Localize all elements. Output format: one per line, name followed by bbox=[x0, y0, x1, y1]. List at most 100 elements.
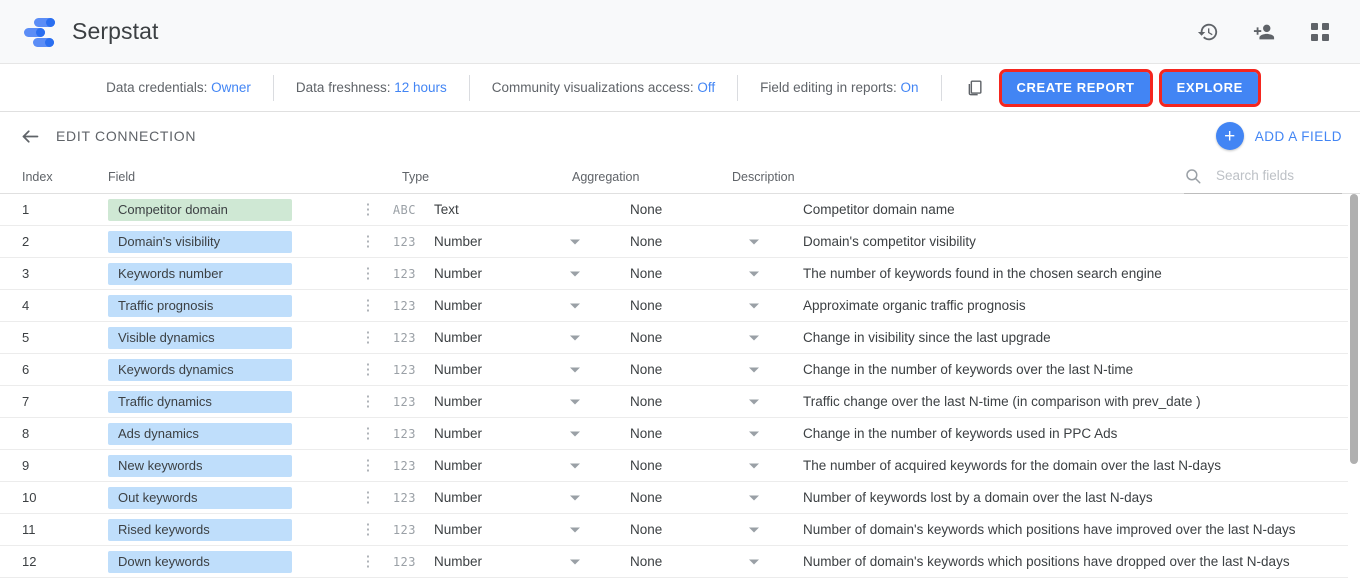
chevron-down-icon[interactable] bbox=[749, 399, 759, 404]
aggregation-cell[interactable]: None bbox=[622, 521, 787, 539]
create-report-button[interactable]: CREATE REPORT bbox=[998, 68, 1153, 107]
field-chip[interactable]: Competitor domain bbox=[108, 198, 292, 221]
aggregation-cell[interactable]: None bbox=[622, 457, 787, 475]
field-name-cell[interactable]: New keywords bbox=[96, 454, 354, 477]
description-cell[interactable]: The number of keywords found in the chos… bbox=[787, 266, 1360, 281]
field-chip[interactable]: Keywords number bbox=[108, 262, 292, 285]
field-name-cell[interactable]: Traffic prognosis bbox=[96, 294, 354, 317]
aggregation-cell[interactable]: None bbox=[622, 265, 787, 283]
aggregation-cell[interactable]: None bbox=[622, 233, 787, 251]
vertical-scrollbar-track[interactable] bbox=[1348, 194, 1360, 578]
row-menu-icon[interactable]: ⋮ bbox=[354, 330, 382, 345]
field-chip[interactable]: Traffic dynamics bbox=[108, 390, 292, 413]
row-menu-icon[interactable]: ⋮ bbox=[354, 362, 382, 377]
field-chip[interactable]: Domain's visibility bbox=[108, 230, 292, 253]
chevron-down-icon[interactable] bbox=[749, 367, 759, 372]
aggregation-cell[interactable]: None bbox=[622, 329, 787, 347]
type-cell[interactable]: Number bbox=[424, 265, 622, 283]
type-cell[interactable]: Number bbox=[424, 393, 622, 411]
aggregation-cell[interactable]: None bbox=[622, 489, 787, 507]
field-chip[interactable]: Traffic prognosis bbox=[108, 294, 292, 317]
chevron-down-icon[interactable] bbox=[570, 527, 580, 532]
add-a-field-button[interactable]: + ADD A FIELD bbox=[1215, 122, 1342, 150]
type-cell[interactable]: Number bbox=[424, 297, 622, 315]
row-menu-icon[interactable]: ⋮ bbox=[354, 234, 382, 249]
description-cell[interactable]: Change in visibility since the last upgr… bbox=[787, 330, 1360, 345]
meta-value[interactable]: Off bbox=[697, 80, 715, 95]
chevron-down-icon[interactable] bbox=[749, 335, 759, 340]
field-chip[interactable]: Keywords dynamics bbox=[108, 358, 292, 381]
row-menu-icon[interactable]: ⋮ bbox=[354, 426, 382, 441]
field-name-cell[interactable]: Domain's visibility bbox=[96, 230, 354, 253]
type-cell[interactable]: Number bbox=[424, 489, 622, 507]
brand[interactable]: Serpstat bbox=[22, 17, 158, 47]
description-cell[interactable]: Number of keywords lost by a domain over… bbox=[787, 490, 1360, 505]
chevron-down-icon[interactable] bbox=[749, 463, 759, 468]
field-chip[interactable]: Out keywords bbox=[108, 486, 292, 509]
description-cell[interactable]: Number of domain's keywords which positi… bbox=[787, 554, 1360, 569]
chevron-down-icon[interactable] bbox=[570, 559, 580, 564]
type-cell[interactable]: Number bbox=[424, 361, 622, 379]
meta-value[interactable]: 12 hours bbox=[394, 80, 447, 95]
chevron-down-icon[interactable] bbox=[570, 271, 580, 276]
row-menu-icon[interactable]: ⋮ bbox=[354, 554, 382, 569]
description-cell[interactable]: Change in the number of keywords over th… bbox=[787, 362, 1360, 377]
type-cell[interactable]: Text bbox=[424, 201, 622, 219]
type-cell[interactable]: Number bbox=[424, 553, 622, 571]
type-cell[interactable]: Number bbox=[424, 233, 622, 251]
row-menu-icon[interactable]: ⋮ bbox=[354, 458, 382, 473]
row-menu-icon[interactable]: ⋮ bbox=[354, 266, 382, 281]
type-cell[interactable]: Number bbox=[424, 425, 622, 443]
aggregation-cell[interactable]: None bbox=[622, 553, 787, 571]
chevron-down-icon[interactable] bbox=[570, 399, 580, 404]
field-chip[interactable]: New keywords bbox=[108, 454, 292, 477]
description-cell[interactable]: Domain's competitor visibility bbox=[787, 234, 1360, 249]
field-name-cell[interactable]: Keywords dynamics bbox=[96, 358, 354, 381]
aggregation-cell[interactable]: None bbox=[622, 297, 787, 315]
field-name-cell[interactable]: Out keywords bbox=[96, 486, 354, 509]
chevron-down-icon[interactable] bbox=[749, 239, 759, 244]
chevron-down-icon[interactable] bbox=[570, 303, 580, 308]
explore-button[interactable]: EXPLORE bbox=[1158, 68, 1261, 107]
aggregation-cell[interactable]: None bbox=[622, 393, 787, 411]
aggregation-cell[interactable]: None bbox=[622, 201, 787, 219]
row-menu-icon[interactable]: ⋮ bbox=[354, 490, 382, 505]
row-menu-icon[interactable]: ⋮ bbox=[354, 394, 382, 409]
field-name-cell[interactable]: Down keywords bbox=[96, 550, 354, 573]
chevron-down-icon[interactable] bbox=[570, 239, 580, 244]
field-chip[interactable]: Ads dynamics bbox=[108, 422, 292, 445]
description-cell[interactable]: Competitor domain name bbox=[787, 202, 1360, 217]
apps-grid-icon[interactable] bbox=[1300, 12, 1340, 52]
chevron-down-icon[interactable] bbox=[749, 271, 759, 276]
row-menu-icon[interactable]: ⋮ bbox=[354, 202, 382, 217]
search-input[interactable] bbox=[1214, 167, 1342, 184]
vertical-scrollbar-thumb[interactable] bbox=[1350, 194, 1358, 464]
aggregation-cell[interactable]: None bbox=[622, 361, 787, 379]
description-cell[interactable]: Number of domain's keywords which positi… bbox=[787, 522, 1360, 537]
meta-value[interactable]: Owner bbox=[211, 80, 251, 95]
aggregation-cell[interactable]: None bbox=[622, 425, 787, 443]
type-cell[interactable]: Number bbox=[424, 521, 622, 539]
field-name-cell[interactable]: Ads dynamics bbox=[96, 422, 354, 445]
field-chip[interactable]: Down keywords bbox=[108, 550, 292, 573]
field-name-cell[interactable]: Keywords number bbox=[96, 262, 354, 285]
field-chip[interactable]: Visible dynamics bbox=[108, 326, 292, 349]
version-history-icon[interactable] bbox=[1188, 12, 1228, 52]
field-chip[interactable]: Rised keywords bbox=[108, 518, 292, 541]
chevron-down-icon[interactable] bbox=[570, 367, 580, 372]
description-cell[interactable]: Traffic change over the last N-time (in … bbox=[787, 394, 1360, 409]
chevron-down-icon[interactable] bbox=[749, 303, 759, 308]
arrow-back-icon[interactable] bbox=[16, 122, 44, 150]
chevron-down-icon[interactable] bbox=[749, 527, 759, 532]
type-cell[interactable]: Number bbox=[424, 329, 622, 347]
type-cell[interactable]: Number bbox=[424, 457, 622, 475]
row-menu-icon[interactable]: ⋮ bbox=[354, 298, 382, 313]
chevron-down-icon[interactable] bbox=[749, 431, 759, 436]
field-name-cell[interactable]: Rised keywords bbox=[96, 518, 354, 541]
chevron-down-icon[interactable] bbox=[570, 495, 580, 500]
add-person-icon[interactable] bbox=[1244, 12, 1284, 52]
description-cell[interactable]: Change in the number of keywords used in… bbox=[787, 426, 1360, 441]
meta-value[interactable]: On bbox=[900, 80, 918, 95]
chevron-down-icon[interactable] bbox=[749, 559, 759, 564]
field-name-cell[interactable]: Visible dynamics bbox=[96, 326, 354, 349]
